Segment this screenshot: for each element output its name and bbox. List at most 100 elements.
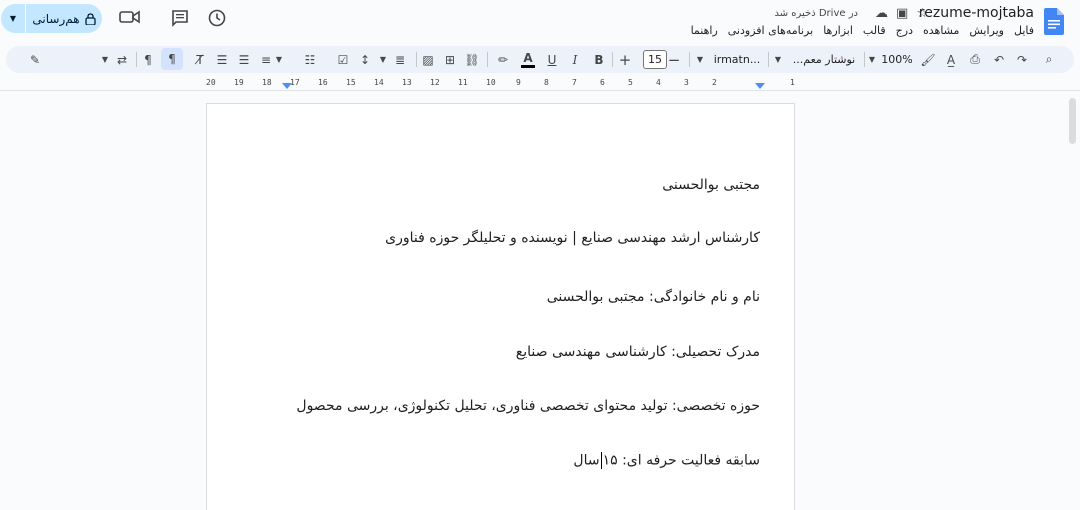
vertical-scrollbar[interactable] — [1069, 98, 1076, 144]
doc-line-expertise[interactable]: حوزه تخصصی: تولید محتوای تخصصی فناوری، ت… — [296, 398, 760, 414]
print-icon[interactable]: ⎙ — [964, 46, 986, 73]
text-cursor — [600, 452, 602, 469]
text-color-icon[interactable]: A — [517, 46, 539, 73]
increase-indent-icon[interactable]: ☰ — [233, 46, 255, 73]
comment-icon[interactable] — [171, 9, 189, 27]
ruler-label: 10 — [486, 78, 496, 87]
redo-icon[interactable]: ↷ — [1011, 46, 1033, 73]
share-button[interactable]: ▼ هم‌رسانی — [1, 4, 102, 33]
ruler-label: 7 — [572, 78, 577, 87]
highlight-color-icon[interactable]: ✏ — [492, 46, 514, 73]
add-comment-icon[interactable]: ⊞ — [439, 46, 461, 73]
right-to-left-icon[interactable]: ⇄ — [111, 46, 133, 73]
ruler-label: 9 — [516, 78, 521, 87]
decrease-indent-icon[interactable]: ☰ — [211, 46, 233, 73]
ruler-label: 1 — [790, 78, 795, 87]
google-docs-icon[interactable] — [1044, 8, 1064, 35]
lock-icon — [84, 12, 96, 25]
style-dropdown-icon[interactable]: ▼ — [772, 46, 784, 73]
menu-insert[interactable]: درج — [896, 24, 913, 37]
ruler-label: 15 — [346, 78, 356, 87]
ruler-label: 2 — [712, 78, 717, 87]
font-dropdown-icon[interactable]: ▼ — [694, 46, 706, 73]
menu-tools[interactable]: ابزارها — [823, 24, 853, 37]
toolbar-divider — [689, 52, 690, 67]
star-icon[interactable]: ☆ — [916, 6, 928, 21]
rtl-paragraph-icon[interactable]: ¶ — [161, 48, 183, 70]
toolbar-divider — [612, 52, 613, 67]
doc-line-name[interactable]: مجتبی بوالحسنی — [662, 177, 760, 193]
menu-file[interactable]: فایل — [1014, 24, 1034, 37]
underline-icon[interactable]: U — [541, 46, 563, 73]
numbered-list-dropdown-icon[interactable]: ▼ — [274, 46, 284, 73]
toolbar-divider — [487, 52, 488, 67]
spellcheck-icon[interactable]: A̲ — [940, 46, 962, 73]
share-label: هم‌رسانی — [32, 11, 80, 26]
ruler-label: 11 — [458, 78, 468, 87]
italic-icon[interactable]: I — [564, 46, 586, 73]
experience-unit: سال — [573, 452, 600, 469]
menu-bar: فایل ویرایش مشاهده درج قالب ابزارها برنا… — [691, 24, 1034, 37]
menu-extensions[interactable]: برنامه‌های افزودنی — [728, 24, 813, 37]
ruler-label: 14 — [374, 78, 384, 87]
doc-line-headline[interactable]: کارشناس ارشد مهندسی صنایع | نویسنده و تح… — [385, 230, 760, 246]
editing-mode-icon[interactable]: ✎ — [24, 46, 46, 73]
title-icons: ☁ ▣ ☆ — [875, 6, 928, 21]
ruler-label: 18 — [262, 78, 272, 87]
document-title[interactable]: rezume-mojtaba — [919, 5, 1034, 21]
doc-line-experience[interactable]: سابقه فعالیت حرفه ای: ۱۵سال — [573, 452, 760, 469]
menu-view[interactable]: مشاهده — [923, 24, 959, 37]
line-spacing-icon[interactable]: ↕ — [354, 46, 376, 73]
move-folder-icon[interactable]: ▣ — [896, 6, 908, 21]
bulleted-list-icon[interactable]: ☷ — [299, 46, 321, 73]
ruler-label: 12 — [430, 78, 440, 87]
ruler-label: 19 — [234, 78, 244, 87]
ruler-label: 20 — [206, 78, 216, 87]
insert-image-icon[interactable]: ▨ — [417, 46, 439, 73]
font-family-dropdown[interactable]: irmatn... — [711, 46, 763, 73]
document-page[interactable]: مجتبی بوالحسنی کارشناس ارشد مهندسی صنایع… — [206, 103, 795, 510]
ruler-label: 6 — [600, 78, 605, 87]
paragraph-style-dropdown[interactable]: نوشتار معم... — [786, 46, 862, 73]
menu-help[interactable]: راهنما — [691, 24, 718, 37]
align-right-icon[interactable]: ≣ — [389, 46, 411, 73]
menu-edit[interactable]: ویرایش — [969, 24, 1004, 37]
clear-formatting-icon[interactable]: T̸ — [189, 46, 211, 73]
increase-font-size-icon[interactable]: + — [614, 46, 636, 73]
toolbar: ✎ ▼ ⇄ ¶ ¶ T̸ ☰ ☰ ≡ ▼ ☷ ☑ ↕ ▼ ≣ ▨ ⊞ ⛓ ✏ A… — [6, 46, 1074, 73]
text-color-swatch — [521, 64, 535, 68]
toolbar-divider — [768, 52, 769, 67]
ruler-label: 13 — [402, 78, 412, 87]
menu-format[interactable]: قالب — [863, 24, 886, 37]
ruler-divider — [0, 90, 1080, 91]
search-menus-icon[interactable]: ⌕ — [1038, 46, 1060, 73]
undo-icon[interactable]: ↶ — [988, 46, 1010, 73]
ruler-label: 3 — [684, 78, 689, 87]
share-label-wrap: هم‌رسانی — [26, 12, 102, 26]
checklist-icon[interactable]: ☑ — [332, 46, 354, 73]
ltr-paragraph-icon[interactable]: ¶ — [137, 46, 159, 73]
video-camera-icon[interactable] — [119, 9, 141, 25]
text-color-letter: A — [523, 50, 533, 65]
doc-line-degree[interactable]: مدرک تحصیلی: کارشناسی مهندسی صنایع — [516, 344, 760, 360]
toolbar-divider — [864, 52, 865, 67]
title-bar: rezume-mojtaba ☁ ▣ ☆ در Drive ذخیره شد ف… — [0, 0, 1080, 44]
left-indent-marker[interactable] — [282, 83, 292, 89]
paint-format-icon[interactable]: 🖌 — [917, 46, 939, 73]
decrease-font-size-icon[interactable]: − — [663, 46, 685, 73]
doc-line-fullname[interactable]: نام و نام خانوادگی: مجتبی بوالحسنی — [547, 289, 760, 305]
insert-link-icon[interactable]: ⛓ — [461, 46, 483, 73]
right-indent-marker[interactable] — [755, 83, 765, 89]
align-dropdown-icon[interactable]: ▼ — [378, 46, 388, 73]
ruler-label: 8 — [544, 78, 549, 87]
share-dropdown-icon[interactable]: ▼ — [1, 14, 25, 23]
version-history-icon[interactable] — [207, 8, 227, 28]
mode-dropdown-icon[interactable]: ▼ — [100, 46, 110, 73]
ruler-label: 5 — [628, 78, 633, 87]
bold-icon[interactable]: B — [588, 46, 610, 73]
ruler-label: 16 — [318, 78, 328, 87]
zoom-dropdown[interactable]: 100% — [880, 46, 914, 73]
cloud-saved-icon[interactable]: ☁ — [875, 6, 888, 21]
saved-status: در Drive ذخیره شد — [774, 8, 858, 19]
zoom-dropdown-icon[interactable]: ▼ — [866, 46, 878, 73]
